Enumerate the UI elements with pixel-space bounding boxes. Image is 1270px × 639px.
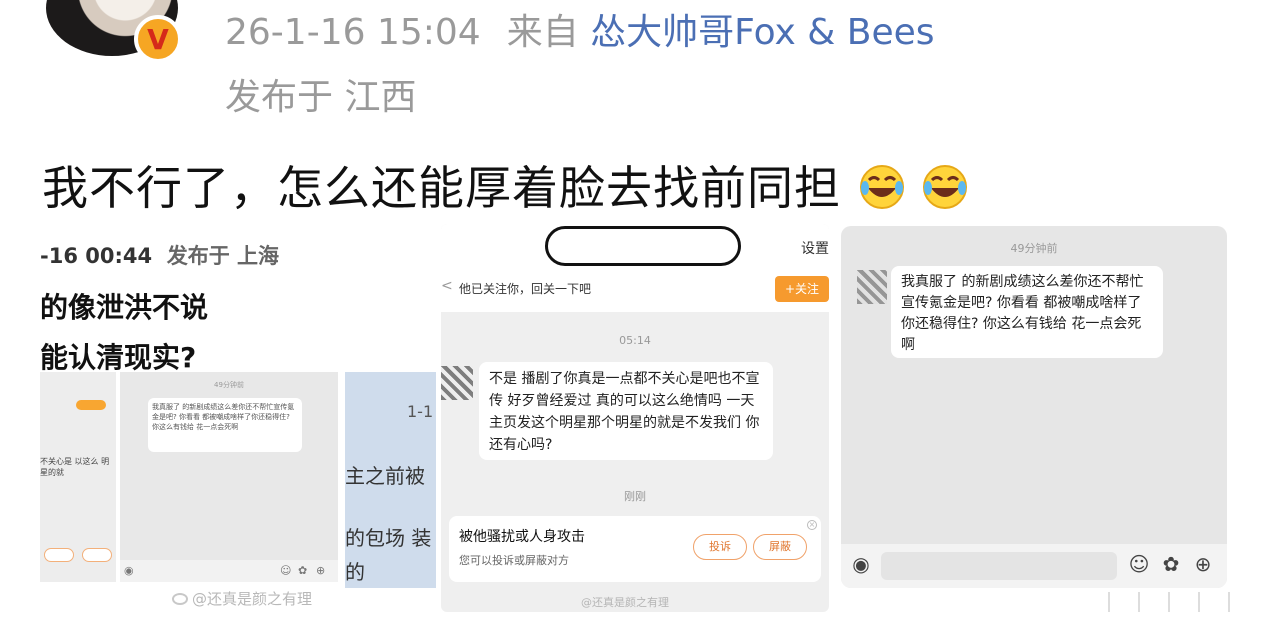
mini-input-bar: ◉ ☺ ✿ ⊕ xyxy=(120,560,338,582)
back-icon: < xyxy=(441,278,453,294)
sticker-icon: ✿ xyxy=(298,564,308,577)
sticker-icon: ✿ xyxy=(1162,552,1180,576)
mini-message: 我真服了 的新剧成绩这么差你还不帮忙宣传氪金是吧? 你看看 都被嘲成啥样了你还稳… xyxy=(148,398,302,452)
report-card: 被他骚扰或人身攻击 您可以投诉或屏蔽对方 投诉 屏蔽 × xyxy=(449,516,821,582)
chat-input-bar: ◉ ☺ ✿ ⊕ xyxy=(841,544,1227,588)
voice-icon: ◉ xyxy=(852,552,870,576)
from-label: 来自 xyxy=(506,12,579,53)
chat-time: 49分钟前 xyxy=(1010,242,1058,255)
mini-c-text-1: 主之前被 xyxy=(345,464,425,488)
watermark: @还真是颜之有理 xyxy=(581,596,669,609)
verified-badge-icon: V xyxy=(134,15,182,63)
report-subtitle: 您可以投诉或屏蔽对方 xyxy=(459,554,569,567)
emoji-icon: ☺ xyxy=(280,564,292,577)
image1-date-line: -16 00:44 发布于 上海 xyxy=(40,240,279,270)
chat-message: 不是 播剧了你真是一点都不关心是吧也不宣传 好歹曾经爱过 真的可以这么绝情吗 一… xyxy=(479,362,773,460)
plus-icon: ⊕ xyxy=(316,564,326,577)
complain-button: 投诉 xyxy=(693,534,747,560)
close-icon: × xyxy=(807,520,817,530)
image1-text-line-2: 能认清现实? xyxy=(40,341,197,374)
mini-screenshot-c: 1-1 主之前被 的包场 装 的 xyxy=(345,372,436,588)
report-title: 被他骚扰或人身攻击 xyxy=(459,529,585,545)
mini-c-text-2: 的包场 装 xyxy=(345,526,432,550)
image-strip-indicator xyxy=(1108,592,1256,612)
mini-follow-button xyxy=(76,400,106,410)
mini-screenshot-a: 不关心是 以这么 明星的就 xyxy=(40,372,116,582)
post-image-3[interactable]: 49分钟前 我真服了 的新剧成绩这么差你还不帮忙宣传氪金是吧? 你看看 都被嘲成… xyxy=(841,226,1227,588)
sender-avatar xyxy=(857,270,887,304)
post-image-2[interactable]: 设置 < 他已关注你，回关一下吧 +关注 05:14 不是 播剧了你真是一点都不… xyxy=(441,224,829,612)
follow-tip: 他已关注你，回关一下吧 xyxy=(459,282,592,296)
chat-time-1: 05:14 xyxy=(619,334,651,347)
post-location: 发布于 江西 xyxy=(225,77,417,118)
settings-label: 设置 xyxy=(801,241,829,257)
mini-text: 不关心是 以这么 明星的就 xyxy=(40,457,110,477)
follow-button: +关注 xyxy=(775,276,829,302)
laughing-crying-emoji-icon xyxy=(923,165,968,209)
mini-time: 49分钟前 xyxy=(214,381,244,389)
post-timestamp: 26-1-16 15:04 xyxy=(225,12,481,53)
mini-c-text-3: 的 xyxy=(345,560,365,584)
mini-screenshot-b: 49分钟前 我真服了 的新剧成绩这么差你还不帮忙宣传氪金是吧? 你看看 都被嘲成… xyxy=(120,372,338,582)
voice-icon: ◉ xyxy=(124,564,134,577)
mini-c-date: 1-1 xyxy=(407,402,434,421)
block-button: 屏蔽 xyxy=(753,534,807,560)
image1-location: 发布于 上海 xyxy=(166,244,280,268)
watermark-text: @还真是颜之有理 xyxy=(192,590,313,608)
chat-time-2: 刚刚 xyxy=(624,490,646,503)
emoji-icon: ☺ xyxy=(1128,552,1150,576)
chat-header: 设置 < 他已关注你，回关一下吧 +关注 xyxy=(441,224,829,312)
chat-input xyxy=(881,552,1117,580)
redacted-username xyxy=(545,226,741,266)
image1-date: -16 00:44 xyxy=(40,244,153,268)
post-body: 我不行了，怎么还能厚着脸去找前同担 xyxy=(42,161,841,215)
post-source-link[interactable]: 怂大帅哥Fox & Bees xyxy=(590,12,934,53)
image1-text-line-1: 的像泄洪不说 xyxy=(40,291,209,324)
post-text: 我不行了，怎么还能厚着脸去找前同担 xyxy=(42,152,968,218)
laughing-crying-emoji-icon xyxy=(859,165,904,209)
chat-message: 我真服了 的新剧成绩这么差你还不帮忙宣传氪金是吧? 你看看 都被嘲成啥样了你还稳… xyxy=(891,266,1163,358)
plus-icon: ⊕ xyxy=(1194,552,1212,576)
weibo-icon xyxy=(172,593,188,605)
post-image-1[interactable]: -16 00:44 发布于 上海 的像泄洪不说 能认清现实? 不关心是 以这么 … xyxy=(40,230,436,610)
post-meta: 26-1-16 15:04 来自 怂大帅哥Fox & Bees xyxy=(225,10,935,56)
watermark: @还真是颜之有理 xyxy=(172,588,312,609)
sender-avatar xyxy=(441,366,473,400)
